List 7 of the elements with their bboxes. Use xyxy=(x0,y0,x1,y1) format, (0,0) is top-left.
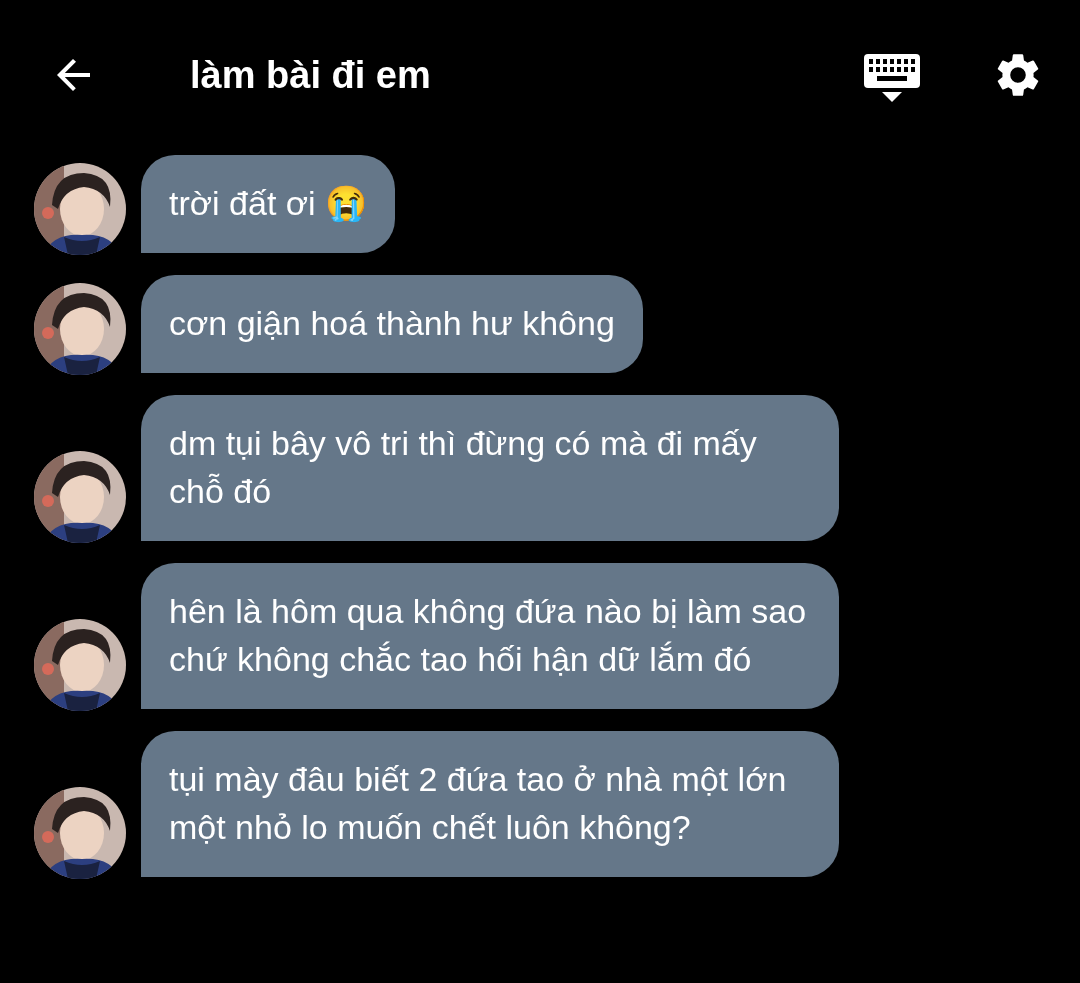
message-bubble: cơn giận hoá thành hư không xyxy=(141,275,643,373)
message-bubble: dm tụi bây vô tri thì đừng có mà đi mấy chỗ đó xyxy=(141,395,839,541)
message-bubble: tụi mày đâu biết 2 đứa tao ở nhà một lớn một nhỏ lo muốn chết luôn không? xyxy=(141,731,839,877)
keyboard-icon[interactable] xyxy=(864,54,920,104)
message-bubble: hên là hôm qua không đứa nào bị làm sao chứ không chắc tao hối hận dữ lắm đó xyxy=(141,563,839,709)
message-bubble: trời đất ơi 😭 xyxy=(141,155,396,253)
chat-title: làm bài đi em xyxy=(190,53,431,97)
